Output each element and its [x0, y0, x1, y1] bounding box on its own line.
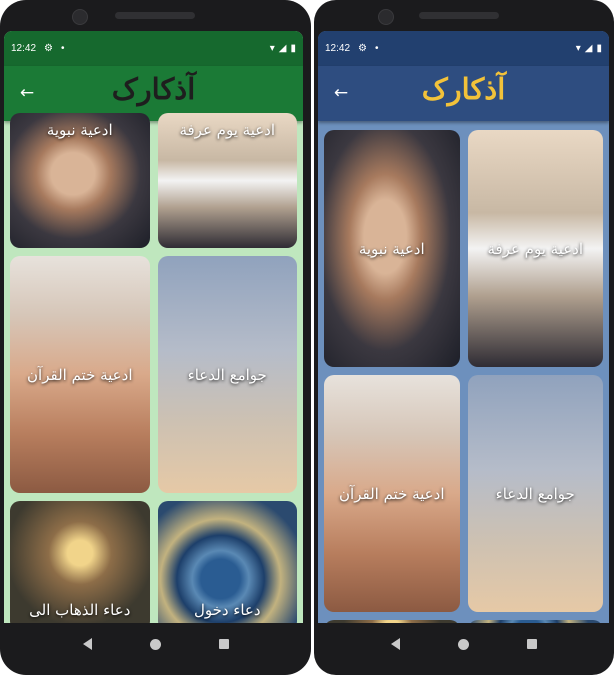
signal-icon: ◢: [584, 43, 593, 54]
battery-icon: ▮: [290, 43, 296, 54]
battery-icon: ▮: [596, 43, 602, 54]
notification-dot-icon: •: [61, 43, 65, 54]
phone-green-theme: 12:42 ⚙ • ▾ ◢ ▮ ← آذکارک ادعية نبوية ادع…: [0, 0, 311, 675]
tile-quran-completion-duas[interactable]: ادعية ختم القرآن: [324, 375, 460, 612]
wifi-icon: ▾: [575, 43, 581, 54]
front-camera: [378, 9, 394, 25]
nav-home-icon[interactable]: [149, 638, 161, 650]
system-nav-bar: [314, 623, 614, 665]
tile-label: ادعية ختم القرآن: [27, 365, 133, 384]
tile-label: ادعية يوم عرفة: [179, 121, 276, 139]
status-bar: 12:42 ⚙ • ▾ ◢ ▮: [318, 31, 609, 66]
app-bar: ← آذکارک: [318, 66, 609, 121]
earpiece-speaker: [115, 12, 195, 19]
status-time: 12:42: [325, 43, 351, 54]
wifi-icon: ▾: [269, 43, 275, 54]
status-bar: 12:42 ⚙ • ▾ ◢ ▮: [4, 31, 303, 66]
tile-entering-dua[interactable]: دعاء دخول: [157, 501, 297, 623]
tile-prophetic-duas[interactable]: ادعية نبوية: [324, 130, 460, 367]
earpiece-speaker: [419, 12, 499, 19]
tile-going-to-dua[interactable]: دعاء الذهاب الى: [10, 501, 150, 623]
system-nav-bar: [0, 623, 311, 665]
tile-arafah-duas[interactable]: ادعية يوم عرفة: [467, 130, 603, 367]
nav-back-icon[interactable]: [391, 638, 400, 650]
status-time: 12:42: [11, 43, 37, 54]
nav-recents-icon[interactable]: [527, 639, 537, 649]
tile-label: دعاء دخول: [193, 601, 261, 619]
dua-category-grid: ادعية نبوية ادعية يوم عرفة ادعية ختم الق…: [318, 121, 609, 623]
tile-label: ادعية يوم عرفة: [487, 239, 584, 258]
tile-label: ادعية نبوية: [358, 239, 425, 258]
front-camera: [72, 9, 88, 25]
tile-label: جوامع الدعاء: [187, 365, 267, 384]
tile-label: ادعية نبوية: [46, 121, 113, 139]
notification-dot-icon: •: [375, 43, 379, 54]
settings-gear-icon: ⚙: [44, 43, 53, 54]
tile-comprehensive-duas[interactable]: جوامع الدعاء: [157, 256, 297, 493]
settings-gear-icon: ⚙: [358, 43, 367, 54]
app-screen: 12:42 ⚙ • ▾ ◢ ▮ ← آذکارک ادعية نبوية ادع…: [318, 31, 609, 623]
nav-home-icon[interactable]: [458, 638, 469, 650]
app-screen: 12:42 ⚙ • ▾ ◢ ▮ ← آذکارک ادعية نبوية ادع…: [4, 31, 303, 623]
tile-label: دعاء الذهاب الى: [29, 601, 131, 619]
phone-blue-theme: 12:42 ⚙ • ▾ ◢ ▮ ← آذکارک ادعية نبوية ادع…: [314, 0, 614, 675]
app-title: آذکارک: [111, 72, 196, 106]
dua-category-grid: ادعية نبوية ادعية يوم عرفة ادعية ختم الق…: [4, 113, 303, 623]
tile-arafah-duas[interactable]: ادعية يوم عرفة: [157, 113, 297, 248]
tile-label: جوامع الدعاء: [495, 484, 575, 503]
nav-recents-icon[interactable]: [218, 639, 229, 649]
nav-back-icon[interactable]: [82, 638, 92, 650]
app-title: آذکارک: [421, 72, 506, 106]
tile-comprehensive-duas[interactable]: جوامع الدعاء: [467, 375, 603, 612]
tile-label: ادعية ختم القرآن: [339, 484, 445, 503]
tile-quran-completion-duas[interactable]: ادعية ختم القرآن: [10, 256, 150, 493]
tile-prophetic-duas[interactable]: ادعية نبوية: [10, 113, 150, 248]
signal-icon: ◢: [278, 43, 287, 54]
